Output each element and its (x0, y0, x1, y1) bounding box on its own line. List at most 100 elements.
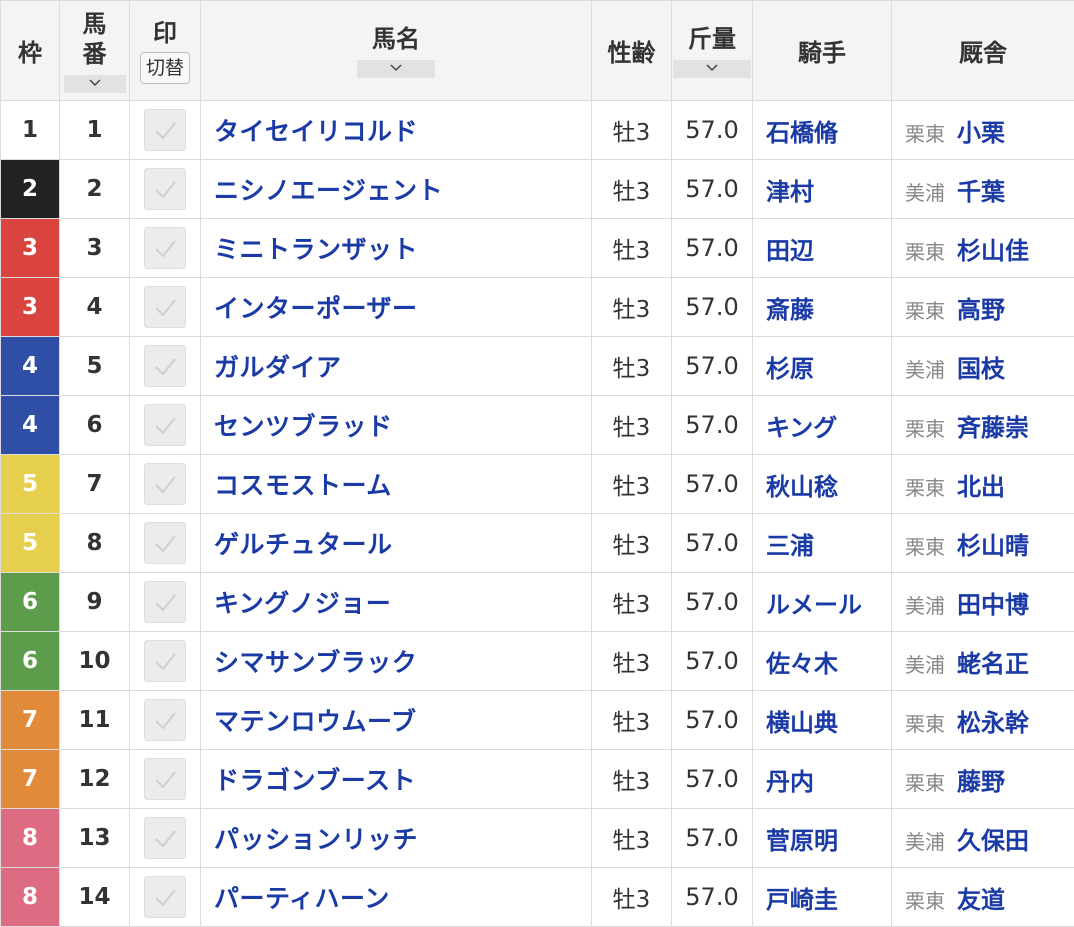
stable-cell: 栗東藤野 (892, 750, 1074, 809)
horse-name-link[interactable]: タイセイリコルド (214, 117, 418, 146)
horse-name-cell: ゲルチュタール (201, 514, 592, 573)
jockey-link[interactable]: 戸崎圭 (766, 886, 838, 914)
weight-cell: 57.0 (672, 101, 753, 160)
mark-checkbox[interactable] (144, 817, 186, 859)
jockey-cell: 石橋脩 (753, 101, 892, 160)
mark-checkbox[interactable] (144, 758, 186, 800)
jockey-link[interactable]: 横山典 (766, 709, 838, 737)
horse-name-link[interactable]: パーティハーン (214, 884, 390, 913)
mark-toggle-button[interactable]: 切替 (140, 52, 190, 84)
jockey-link[interactable]: 石橋脩 (766, 119, 838, 147)
trainer-link[interactable]: 北出 (957, 473, 1005, 501)
trainer-link[interactable]: 藤野 (957, 768, 1005, 796)
trainer-link[interactable]: 杉山晴 (957, 532, 1029, 560)
chevron-down-icon (706, 64, 718, 72)
jockey-link[interactable]: ルメール (766, 591, 862, 619)
frame-number: 4 (22, 353, 38, 379)
header-umaban[interactable]: 馬 番 (60, 1, 130, 101)
jockey-link[interactable]: 斎藤 (766, 296, 814, 324)
frame-number-cell: 3 (1, 219, 60, 278)
mark-checkbox[interactable] (144, 463, 186, 505)
mark-checkbox[interactable] (144, 227, 186, 269)
jockey-link[interactable]: 佐々木 (766, 650, 838, 678)
table-header-row: 枠 馬 番 印 切替 馬名 性齢 斤量 (1, 1, 1074, 101)
stable-cell: 栗東斉藤崇 (892, 396, 1074, 455)
horse-name-link[interactable]: ミニトランザット (214, 235, 418, 264)
horse-name-link[interactable]: センツブラッド (214, 412, 393, 441)
weight: 57.0 (685, 470, 738, 498)
trainer-link[interactable]: 国枝 (957, 355, 1005, 383)
table-row: 45ガルダイア牡357.0杉原美浦国枝 (1, 337, 1074, 396)
trainer-link[interactable]: 田中博 (957, 591, 1029, 619)
frame-number-cell: 4 (1, 337, 60, 396)
stable-region: 美浦 (905, 830, 945, 854)
horse-number-cell: 10 (60, 632, 130, 691)
trainer-link[interactable]: 松永幹 (957, 709, 1029, 737)
trainer-link[interactable]: 千葉 (957, 178, 1005, 206)
sex-age: 牡3 (613, 651, 651, 677)
horse-number-cell: 8 (60, 514, 130, 573)
horse-name-link[interactable]: ニシノエージェント (214, 176, 443, 205)
sort-weight-button[interactable] (673, 60, 751, 78)
trainer-link[interactable]: 久保田 (957, 827, 1029, 855)
mark-checkbox[interactable] (144, 168, 186, 210)
jockey-link[interactable]: 丹内 (766, 768, 814, 796)
mark-checkbox[interactable] (144, 522, 186, 564)
jockey-link[interactable]: 秋山稔 (766, 473, 838, 501)
sex-age-cell: 牡3 (592, 868, 672, 927)
horse-number: 4 (86, 294, 102, 320)
mark-checkbox[interactable] (144, 699, 186, 741)
jockey-cell: 津村 (753, 160, 892, 219)
horse-number-cell: 9 (60, 573, 130, 632)
header-weight[interactable]: 斤量 (672, 1, 753, 101)
trainer-link[interactable]: 友道 (957, 886, 1005, 914)
mark-cell (130, 101, 201, 160)
jockey-link[interactable]: 三浦 (766, 532, 814, 560)
horse-name-link[interactable]: インターポーザー (214, 294, 418, 323)
trainer-link[interactable]: 高野 (957, 296, 1005, 324)
mark-checkbox[interactable] (144, 345, 186, 387)
horse-name-link[interactable]: ドラゴンブースト (214, 766, 416, 795)
horse-name-link[interactable]: キングノジョー (214, 589, 391, 618)
header-umaban-label-top: 馬 (60, 9, 129, 39)
mark-checkbox[interactable] (144, 286, 186, 328)
horse-number-cell: 4 (60, 278, 130, 337)
frame-number: 8 (22, 884, 38, 910)
horse-name-link[interactable]: コスモストーム (214, 471, 392, 500)
frame-number-cell: 6 (1, 573, 60, 632)
trainer-link[interactable]: 小栗 (957, 119, 1005, 147)
weight-cell: 57.0 (672, 219, 753, 278)
horse-name-link[interactable]: シマサンブラック (214, 648, 417, 677)
trainer-link[interactable]: 斉藤崇 (957, 414, 1029, 442)
sort-horse-name-button[interactable] (357, 60, 435, 78)
trainer-link[interactable]: 杉山佳 (957, 237, 1029, 265)
jockey-link[interactable]: 杉原 (766, 355, 814, 383)
checkmark-icon (145, 346, 185, 386)
header-horse-name[interactable]: 馬名 (201, 1, 592, 101)
mark-checkbox[interactable] (144, 876, 186, 918)
stable-cell: 美浦田中博 (892, 573, 1074, 632)
trainer-link[interactable]: 蛯名正 (957, 650, 1029, 678)
mark-checkbox[interactable] (144, 404, 186, 446)
checkmark-icon (145, 818, 185, 858)
jockey-link[interactable]: 田辺 (766, 237, 814, 265)
weight-cell: 57.0 (672, 455, 753, 514)
horse-name-link[interactable]: ガルダイア (214, 353, 342, 382)
horse-name-link[interactable]: パッションリッチ (214, 825, 418, 854)
jockey-link[interactable]: 菅原明 (766, 827, 838, 855)
horse-name-link[interactable]: マテンロウムーブ (214, 707, 417, 736)
stable-region: 栗東 (905, 476, 945, 500)
sex-age-cell: 牡3 (592, 632, 672, 691)
frame-number: 2 (22, 176, 38, 202)
weight-cell: 57.0 (672, 868, 753, 927)
stable-cell: 美浦千葉 (892, 160, 1074, 219)
jockey-link[interactable]: 津村 (766, 178, 814, 206)
sort-umaban-button[interactable] (64, 75, 126, 93)
mark-checkbox[interactable] (144, 640, 186, 682)
mark-checkbox[interactable] (144, 109, 186, 151)
sex-age-cell: 牡3 (592, 691, 672, 750)
mark-checkbox[interactable] (144, 581, 186, 623)
horse-name-link[interactable]: ゲルチュタール (214, 530, 393, 559)
jockey-link[interactable]: キング (766, 414, 837, 442)
sex-age: 牡3 (613, 297, 651, 323)
